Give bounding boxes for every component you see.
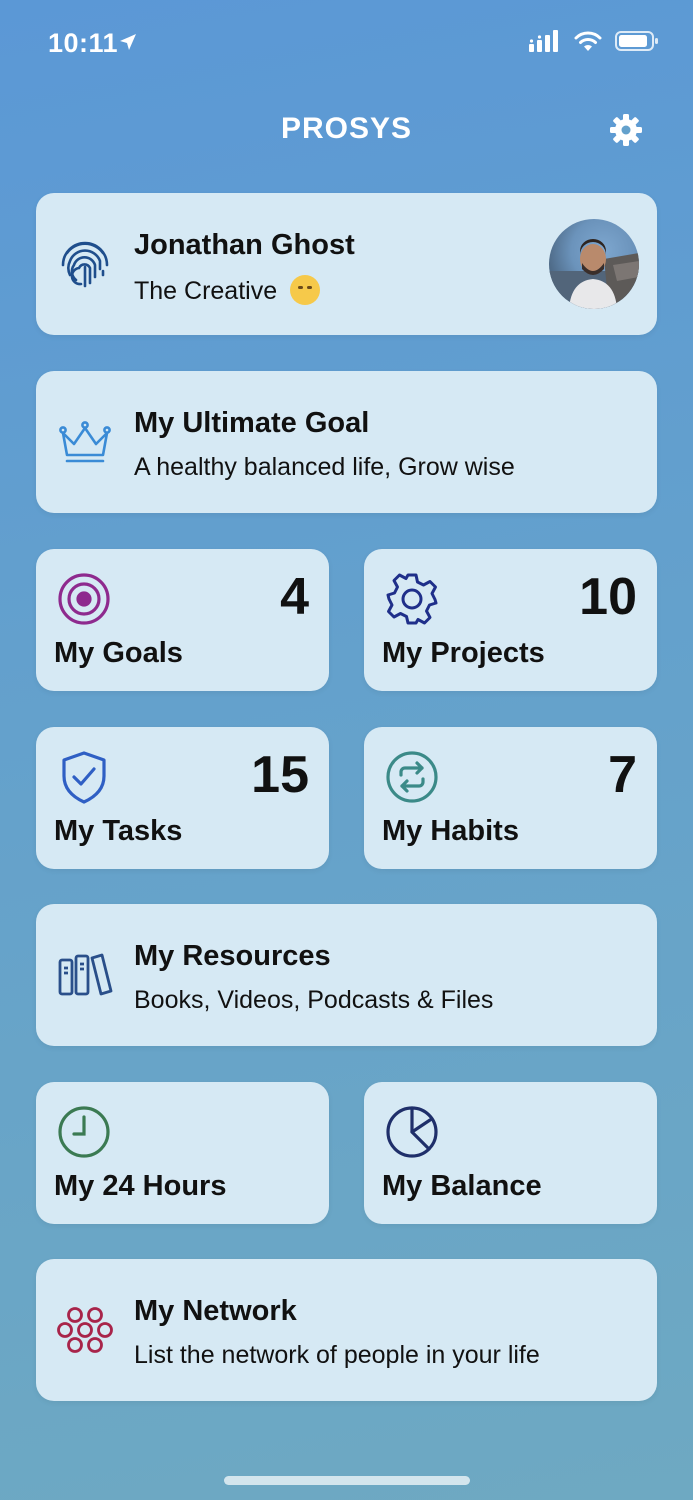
pie-chart-icon bbox=[386, 1106, 438, 1158]
target-icon bbox=[58, 573, 110, 625]
repeat-arrows-icon bbox=[386, 751, 438, 803]
home-indicator[interactable] bbox=[224, 1476, 470, 1485]
my-habits-tile[interactable]: 7 My Habits bbox=[364, 727, 657, 869]
resources-subtitle: Books, Videos, Podcasts & Files bbox=[134, 986, 494, 1014]
tasks-count: 15 bbox=[251, 746, 309, 804]
shield-check-icon bbox=[62, 751, 106, 804]
habits-count: 7 bbox=[608, 746, 637, 804]
network-card[interactable]: My Network List the network of people in… bbox=[36, 1259, 657, 1401]
habits-label: My Habits bbox=[382, 815, 519, 847]
raised-eyebrow-emoji-icon bbox=[290, 275, 321, 305]
profile-card[interactable]: Jonathan Ghost The Creative bbox=[36, 193, 657, 335]
avatar[interactable] bbox=[549, 219, 639, 309]
my-projects-tile[interactable]: 10 My Projects bbox=[364, 549, 657, 691]
ultimate-goal-subtitle: A healthy balanced life, Grow wise bbox=[134, 453, 515, 481]
cellular-signal-icon bbox=[529, 30, 558, 52]
hours-label: My 24 Hours bbox=[54, 1170, 227, 1202]
wifi-icon bbox=[574, 31, 602, 51]
network-circles-icon bbox=[57, 1307, 113, 1353]
ultimate-goal-card[interactable]: My Ultimate Goal A healthy balanced life… bbox=[36, 371, 657, 513]
battery-icon bbox=[615, 31, 658, 51]
profile-subtitle-row: The Creative bbox=[134, 275, 321, 306]
library-books-icon bbox=[58, 953, 113, 996]
avatar-photo bbox=[549, 239, 639, 309]
network-title: My Network bbox=[134, 1295, 297, 1327]
status-indicators bbox=[529, 30, 659, 52]
resources-card[interactable]: My Resources Books, Videos, Podcasts & F… bbox=[36, 904, 657, 1046]
profile-name: Jonathan Ghost bbox=[134, 229, 355, 261]
fingerprint-icon bbox=[61, 241, 109, 288]
resources-title: My Resources bbox=[134, 940, 331, 972]
status-time: 10:11 bbox=[48, 28, 119, 58]
goals-label: My Goals bbox=[54, 637, 183, 669]
tasks-label: My Tasks bbox=[54, 815, 183, 847]
profile-subtitle: The Creative bbox=[134, 277, 278, 305]
cog-icon bbox=[386, 573, 438, 625]
crown-icon bbox=[59, 421, 111, 463]
clock-icon bbox=[58, 1106, 110, 1158]
settings-gear-icon[interactable] bbox=[609, 113, 643, 147]
location-arrow-icon bbox=[120, 34, 136, 50]
status-bar: 10:11 bbox=[0, 0, 693, 90]
my-24-hours-tile[interactable]: My 24 Hours bbox=[36, 1082, 329, 1224]
network-subtitle: List the network of people in your life bbox=[134, 1341, 540, 1369]
my-goals-tile[interactable]: 4 My Goals bbox=[36, 549, 329, 691]
my-tasks-tile[interactable]: 15 My Tasks bbox=[36, 727, 329, 869]
projects-label: My Projects bbox=[382, 637, 545, 669]
ultimate-goal-title: My Ultimate Goal bbox=[134, 407, 370, 439]
app-title: PROSYS bbox=[280, 112, 413, 145]
my-balance-tile[interactable]: My Balance bbox=[364, 1082, 657, 1224]
balance-label: My Balance bbox=[382, 1170, 542, 1202]
projects-count: 10 bbox=[579, 568, 637, 626]
goals-count: 4 bbox=[280, 568, 309, 626]
app-header: PROSYS bbox=[0, 100, 693, 160]
